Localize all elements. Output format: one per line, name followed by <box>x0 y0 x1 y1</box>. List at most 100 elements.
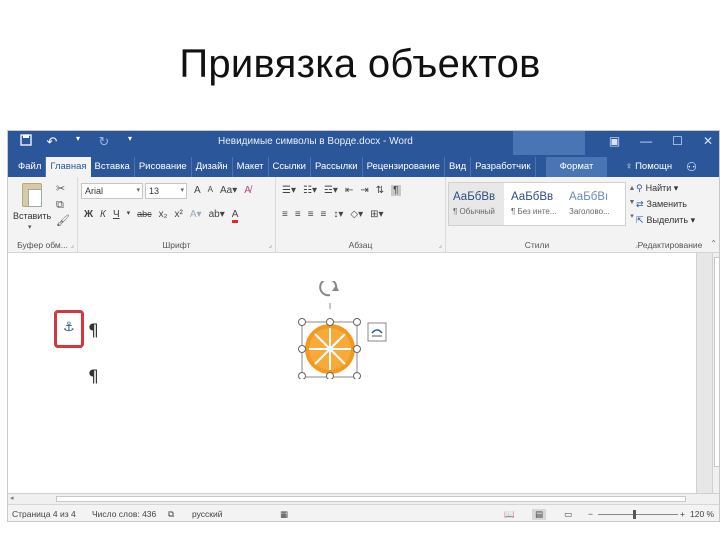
shrink-font-icon[interactable]: A <box>208 185 213 196</box>
text-effects-icon[interactable]: A▾ <box>190 209 202 223</box>
strikethrough-icon[interactable]: abc <box>137 209 152 223</box>
paste-button-label[interactable]: Вставить <box>13 211 51 221</box>
undo-icon[interactable]: ↶ <box>44 134 60 150</box>
tab-review[interactable]: Рецензирование <box>363 157 445 177</box>
paste-dropdown-icon[interactable]: ▾ <box>28 223 32 231</box>
decrease-indent-icon[interactable]: ⇤ <box>345 185 353 196</box>
zoom-out-icon[interactable]: − <box>588 509 593 519</box>
group-font: Arial ▾ 13 ▾ A A Aa▾ A̸ Ж К Ч ▾ abc x₂ x² … <box>78 177 276 253</box>
underline-dropdown-icon[interactable]: ▾ <box>127 209 131 223</box>
chevron-down-icon: ▾ <box>180 187 184 194</box>
style-no-spacing[interactable]: АаБбВв ¶ Без инте... <box>507 183 562 225</box>
zoom-slider-thumb[interactable] <box>633 510 636 519</box>
sort-icon[interactable]: ⇅ <box>376 185 384 196</box>
redo-icon[interactable]: ↻ <box>96 134 112 150</box>
paste-icon[interactable] <box>22 183 42 207</box>
line-spacing-icon[interactable]: ↕▾ <box>333 209 343 220</box>
language[interactable]: русский <box>192 509 223 519</box>
tab-insert[interactable]: Вставка <box>91 157 135 177</box>
paragraph-launcher-icon[interactable]: ⌟ <box>439 241 442 249</box>
font-launcher-icon[interactable]: ⌟ <box>269 241 272 249</box>
style-normal[interactable]: АаБбВв ¶ Обычный <box>449 183 504 225</box>
justify-icon[interactable]: ≡ <box>321 209 327 220</box>
word-count[interactable]: Число слов: 436 <box>92 509 156 519</box>
group-label-font: Шрифт <box>162 240 191 250</box>
web-layout-icon[interactable]: ▭ <box>564 509 572 520</box>
align-left-icon[interactable]: ≡ <box>282 209 288 220</box>
tab-layout[interactable]: Макет <box>233 157 269 177</box>
multilevel-list-icon[interactable]: ☲▾ <box>324 185 338 196</box>
bullets-icon[interactable]: ☰▾ <box>282 185 296 196</box>
superscript-icon[interactable]: x² <box>175 209 183 223</box>
tab-view[interactable]: Вид <box>445 157 472 177</box>
underline-icon[interactable]: Ч <box>113 209 120 223</box>
group-label-styles: Стили <box>524 240 550 250</box>
tab-mailings[interactable]: Рассылки <box>311 157 363 177</box>
user-icon[interactable]: ⚇ <box>686 157 697 177</box>
document-page[interactable]: ⚓ ¶ ¶ <box>8 253 697 493</box>
copy-icon[interactable]: ⧉ <box>56 199 64 211</box>
tab-references[interactable]: Ссылки <box>269 157 311 177</box>
scroll-left-icon[interactable]: ◂ <box>10 494 14 502</box>
find-button[interactable]: ⚲ Найти ▾ <box>636 183 678 194</box>
zoom-level[interactable]: 120 % <box>690 509 714 519</box>
zoom-slider[interactable] <box>598 514 678 515</box>
proofing-icon[interactable]: ⧉ <box>168 509 174 520</box>
replace-button[interactable]: ⇄ Заменить <box>636 199 687 210</box>
tab-developer[interactable]: Разработчик <box>471 157 536 177</box>
customize-qat-icon[interactable]: ▾ <box>122 134 138 150</box>
show-marks-icon[interactable]: ¶ <box>391 185 401 196</box>
clipboard-launcher-icon[interactable]: ⌟ <box>71 241 74 249</box>
vertical-scrollbar[interactable] <box>712 253 719 493</box>
subscript-icon[interactable]: x₂ <box>159 209 168 223</box>
bold-icon[interactable]: Ж <box>84 209 93 223</box>
style-name: ¶ Без инте... <box>511 207 557 216</box>
cut-icon[interactable]: ✂ <box>56 183 65 195</box>
align-center-icon[interactable]: ≡ <box>295 209 301 220</box>
collapse-ribbon-icon[interactable]: ⌃ <box>710 239 717 248</box>
dropdown-icon[interactable]: ▾ <box>70 134 86 150</box>
read-mode-icon[interactable]: 📖 <box>504 509 515 520</box>
select-button[interactable]: ⇱ Выделить ▾ <box>636 215 695 226</box>
vertical-scroll-thumb[interactable] <box>714 257 719 467</box>
tab-format[interactable]: Формат <box>545 157 608 177</box>
maximize-icon[interactable]: ☐ <box>672 134 683 148</box>
horizontal-scrollbar[interactable]: ◂ <box>8 493 719 504</box>
tab-draw[interactable]: Рисование <box>135 157 192 177</box>
close-icon[interactable]: ✕ <box>703 134 713 148</box>
status-bar: Страница 4 из 4 Число слов: 436 ⧉ русски… <box>8 504 719 521</box>
borders-icon[interactable]: ⊞▾ <box>370 209 383 220</box>
save-icon[interactable] <box>18 134 34 150</box>
selected-image[interactable] <box>294 281 394 379</box>
numbering-icon[interactable]: ☷▾ <box>303 185 317 196</box>
format-painter-icon[interactable]: 🖌 <box>56 215 70 227</box>
group-label-paragraph: Абзац <box>348 240 373 250</box>
font-color-icon[interactable]: A <box>231 209 239 223</box>
print-layout-icon[interactable]: ▤ <box>532 509 547 520</box>
shading-icon[interactable]: ◇▾ <box>350 209 363 220</box>
style-heading[interactable]: АаБбВı Заголово... <box>565 183 620 225</box>
anchor-icon[interactable]: ⚓ <box>63 319 75 335</box>
help-search[interactable]: ♀ Помощн <box>625 157 672 177</box>
ribbon-tabs: Файл Главная Вставка Рисование Дизайн Ма… <box>8 155 719 177</box>
italic-icon[interactable]: К <box>100 209 106 223</box>
zoom-in-icon[interactable]: + <box>680 509 685 519</box>
page-count[interactable]: Страница 4 из 4 <box>12 509 76 519</box>
horizontal-scroll-thumb[interactable] <box>56 496 686 502</box>
font-name-combo[interactable]: Arial ▾ <box>81 183 143 199</box>
tab-file[interactable]: Файл <box>14 157 47 177</box>
change-case-icon[interactable]: Aa▾ <box>220 185 237 196</box>
tab-design[interactable]: Дизайн <box>192 157 233 177</box>
clear-formatting-icon[interactable]: A̸ <box>244 185 251 196</box>
tab-home[interactable]: Главная <box>46 157 91 177</box>
font-size-combo[interactable]: 13 ▾ <box>145 183 187 199</box>
minimize-icon[interactable]: — <box>640 134 652 148</box>
paragraph-mark: ¶ <box>88 321 99 341</box>
grow-font-icon[interactable]: A <box>194 185 201 196</box>
increase-indent-icon[interactable]: ⇥ <box>360 185 368 196</box>
window-buttons: ▣ — ☐ ✕ <box>609 134 713 148</box>
macro-record-icon[interactable]: ▦ <box>280 509 288 520</box>
ribbon-display-icon[interactable]: ▣ <box>609 134 620 148</box>
align-right-icon[interactable]: ≡ <box>308 209 314 220</box>
highlight-icon[interactable]: ab▾ <box>209 209 225 223</box>
